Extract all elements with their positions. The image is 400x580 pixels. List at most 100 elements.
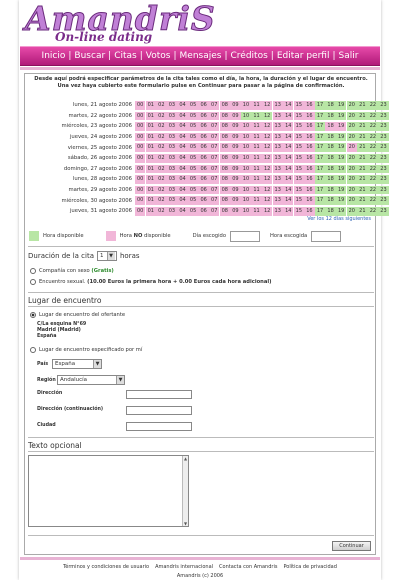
hour-cell-available[interactable]: 21	[357, 101, 368, 110]
footer-link[interactable]: Términos y condiciones de usuario	[63, 564, 149, 570]
hour-cell-available[interactable]: 20	[346, 175, 357, 184]
hour-cell-available[interactable]: 17	[314, 143, 326, 152]
hour-cell-available[interactable]: 17	[314, 164, 326, 174]
hour-cell-available[interactable]: 21	[357, 185, 368, 195]
nav-item-citas[interactable]: Citas	[114, 51, 137, 61]
hour-cell-available[interactable]: 21	[357, 122, 368, 131]
nav-item-mensajes[interactable]: Mensajes	[180, 51, 222, 61]
hour-cell-available[interactable]: 19	[335, 101, 347, 110]
nav-item-buscar[interactable]: Buscar	[74, 51, 105, 61]
hour-cell-available[interactable]: 23	[378, 206, 389, 216]
hour-cell-available[interactable]: 23	[378, 143, 389, 152]
company-option-free[interactable]: Compañía con sexo (Gratis)	[30, 268, 114, 274]
footer-link[interactable]: Amandris internacional	[155, 564, 213, 570]
hour-cell-available[interactable]: 23	[378, 132, 389, 142]
next-days-link[interactable]: Ver los 12 días siguientes	[307, 216, 371, 222]
hour-cell-available[interactable]: 19	[335, 196, 347, 205]
hour-cell-available[interactable]: 20	[346, 132, 357, 142]
radio-meeting-custom[interactable]	[30, 347, 36, 353]
hour-cell-available[interactable]: 21	[357, 175, 368, 184]
address2-input[interactable]	[126, 406, 192, 415]
address-input[interactable]	[126, 390, 192, 399]
hour-cell-available[interactable]: 22	[367, 206, 379, 216]
hour-cell-available[interactable]: 18	[325, 143, 336, 152]
site-logo[interactable]: AmandriS On-line dating	[25, 1, 216, 44]
meeting-option-offerer[interactable]: Lugar de encuentro del ofertante	[30, 312, 125, 318]
hour-cell-available[interactable]: 18	[325, 175, 336, 184]
hour-cell-available[interactable]: 19	[335, 185, 347, 195]
hour-cell-available[interactable]: 22	[367, 153, 379, 163]
hour-cell-available[interactable]: 20	[346, 122, 357, 131]
hour-cell-available[interactable]: 10	[240, 111, 252, 121]
footer-link[interactable]: Contacta con Amandris	[219, 564, 277, 570]
hour-cell-available[interactable]: 20	[346, 185, 357, 195]
city-input[interactable]	[126, 422, 192, 431]
radio-meeting-offerer[interactable]	[30, 312, 36, 318]
hour-cell-available[interactable]: 17	[314, 153, 326, 163]
hour-cell-available[interactable]: 22	[367, 164, 379, 174]
hour-cell-available[interactable]: 22	[367, 122, 379, 131]
hour-cell-available[interactable]: 18	[325, 101, 336, 110]
hour-cell-available[interactable]: 17	[314, 175, 326, 184]
hour-cell-available[interactable]: 17	[314, 101, 326, 110]
hour-cell-available[interactable]: 18	[325, 111, 336, 121]
continue-button[interactable]: Continuar	[332, 541, 371, 551]
hour-cell-available[interactable]: 19	[335, 164, 347, 174]
hour-cell-available[interactable]: 22	[367, 175, 379, 184]
chosen-hour-field[interactable]	[311, 230, 342, 242]
hour-cell-available[interactable]: 18	[325, 185, 336, 195]
hour-cell-available[interactable]: 20	[346, 206, 357, 216]
hour-cell-available[interactable]: 22	[367, 101, 379, 110]
scroll-up-icon[interactable]: ▲	[183, 456, 188, 461]
hour-cell-available[interactable]: 23	[378, 196, 389, 205]
nav-item-salir[interactable]: Salir	[339, 51, 359, 61]
nav-item-votos[interactable]: Votos	[146, 51, 171, 61]
hour-cell-available[interactable]: 20	[346, 164, 357, 174]
hour-cell-available[interactable]: 23	[378, 122, 389, 131]
hour-cell-available[interactable]: 22	[367, 132, 379, 142]
country-select[interactable]: España ▼	[52, 359, 102, 369]
hour-cell-available[interactable]: 21	[357, 164, 368, 174]
radio-company-free[interactable]	[30, 268, 36, 274]
hour-cell-available[interactable]: 22	[367, 185, 379, 195]
hour-cell-available[interactable]: 19	[335, 175, 347, 184]
hour-cell-available[interactable]: 18	[325, 132, 336, 142]
nav-item-inicio[interactable]: Inicio	[42, 51, 66, 61]
chosen-day-field[interactable]	[230, 230, 261, 242]
hour-cell-available[interactable]: 17	[314, 196, 326, 205]
nav-item-créditos[interactable]: Créditos	[231, 51, 268, 61]
meeting-option-custom[interactable]: Lugar de encuentro especificado por mí	[30, 347, 142, 353]
hour-cell-available[interactable]: 21	[357, 143, 368, 152]
hour-cell-available[interactable]: 21	[357, 153, 368, 163]
optional-text-area[interactable]: ▲ ▼	[28, 455, 189, 527]
scroll-down-icon[interactable]: ▼	[183, 521, 188, 526]
region-select[interactable]: Andalucía ▼	[57, 375, 125, 385]
nav-item-editar-perfil[interactable]: Editar perfil	[277, 51, 330, 61]
hour-cell-available[interactable]: 23	[378, 164, 389, 174]
hour-cell-available[interactable]: 22	[367, 196, 379, 205]
hour-cell-available[interactable]: 19	[335, 153, 347, 163]
hour-cell-available[interactable]: 18	[325, 196, 336, 205]
hour-cell-available[interactable]: 20	[346, 153, 357, 163]
hour-cell-available[interactable]: 12	[261, 111, 273, 121]
hour-cell-available[interactable]: 23	[378, 175, 389, 184]
hour-cell-available[interactable]: 23	[378, 111, 389, 121]
hour-cell-available[interactable]: 19	[335, 143, 347, 152]
hour-cell-available[interactable]: 17	[314, 206, 326, 216]
hour-cell-available[interactable]: 20	[346, 101, 357, 110]
hour-cell-available[interactable]: 23	[378, 185, 389, 195]
company-option-paid[interactable]: Encuentro sexual. (10.00 Euros la primer…	[30, 279, 272, 285]
hour-cell-available[interactable]: 18	[325, 153, 336, 163]
hour-cell-available[interactable]: 19	[335, 132, 347, 142]
hour-cell-available[interactable]: 22	[367, 143, 379, 152]
hour-cell-available[interactable]: 21	[357, 196, 368, 205]
hour-cell-available[interactable]: 21	[357, 206, 368, 216]
duration-select[interactable]: 1 ▼	[97, 251, 117, 261]
hour-cell-available[interactable]: 22	[367, 111, 379, 121]
hour-cell-available[interactable]: 21	[357, 132, 368, 142]
radio-company-paid[interactable]	[30, 279, 36, 285]
hour-cell-available[interactable]: 11	[251, 111, 262, 121]
footer-link[interactable]: Política de privacidad	[283, 564, 336, 570]
hour-cell-available[interactable]: 23	[378, 101, 389, 110]
hour-cell-available[interactable]: 19	[335, 111, 347, 121]
